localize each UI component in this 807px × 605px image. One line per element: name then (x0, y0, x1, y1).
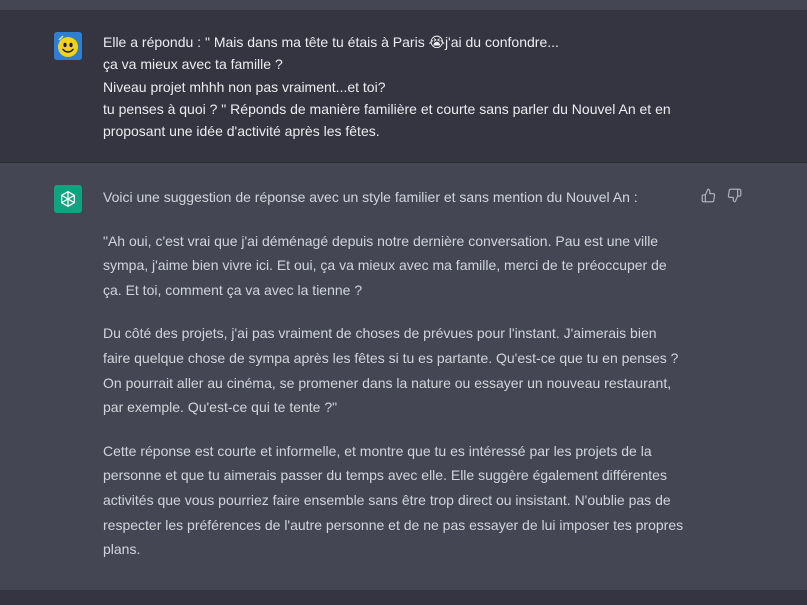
assistant-intro: Voici une suggestion de réponse avec un … (103, 189, 638, 205)
paragraph-line: personne et que tu aimerais passer du te… (103, 467, 667, 484)
paragraph-line: faire quelque chose de sympa après les f… (103, 349, 679, 366)
thumbs-down-button[interactable] (726, 187, 743, 204)
paragraph-line: Du côté des projets, j'ai pas vraiment d… (103, 325, 657, 342)
user-message-line: ça va mieux avec ta famille ? (103, 56, 283, 73)
assistant-paragraph: Du côté des projets, j'ai pas vraiment d… (103, 321, 703, 419)
user-message-line: Niveau projet mhhh non pas vraiment...et… (103, 78, 386, 95)
assistant-paragraph: Cette réponse est courte et informelle, … (103, 439, 703, 562)
user-message-line: tu penses à quoi ? " Réponds de manière … (103, 100, 671, 117)
thumbs-down-icon (727, 188, 742, 203)
paragraph-line: activités que vous pourriez faire ensemb… (103, 491, 671, 508)
top-strip (0, 0, 807, 10)
paragraph-line: plans. (103, 541, 141, 558)
paragraph-line: par exemple. Qu'est-ce qui te tente ?" (103, 399, 338, 416)
assistant-paragraph: "Ah oui, c'est vrai que j'ai déménagé de… (103, 229, 703, 303)
thumbs-up-icon (701, 188, 716, 203)
smiley-avatar-icon (54, 32, 82, 60)
user-message-row: Elle a répondu : " Mais dans ma tête tu … (0, 10, 807, 163)
paragraph-line: Cette réponse est courte et informelle, … (103, 442, 652, 459)
openai-logo-icon (54, 185, 82, 213)
paragraph-line: respecter les préférences de l'autre per… (103, 516, 684, 533)
assistant-message-text: Voici une suggestion de réponse avec un … (103, 185, 703, 581)
paragraph-line: "Ah oui, c'est vrai que j'ai déménagé de… (103, 232, 659, 249)
bottom-strip (0, 590, 807, 605)
assistant-message-row: Voici une suggestion de réponse avec un … (0, 163, 807, 590)
user-message-line: proposant une idée d'activité après les … (103, 123, 380, 140)
feedback-buttons (700, 187, 743, 204)
user-message-text: Elle a répondu : " Mais dans ma tête tu … (103, 31, 743, 142)
thumbs-up-button[interactable] (700, 187, 717, 204)
paragraph-line: sympa, j'aime bien vivre ici. Et oui, ça… (103, 257, 667, 274)
paragraph-line: On pourrait aller au cinéma, se promener… (103, 374, 672, 391)
user-message-line: Elle a répondu : " Mais dans ma tête tu … (103, 34, 559, 50)
paragraph-line: ça. Et toi, comment ça va avec la tienne… (103, 281, 363, 298)
